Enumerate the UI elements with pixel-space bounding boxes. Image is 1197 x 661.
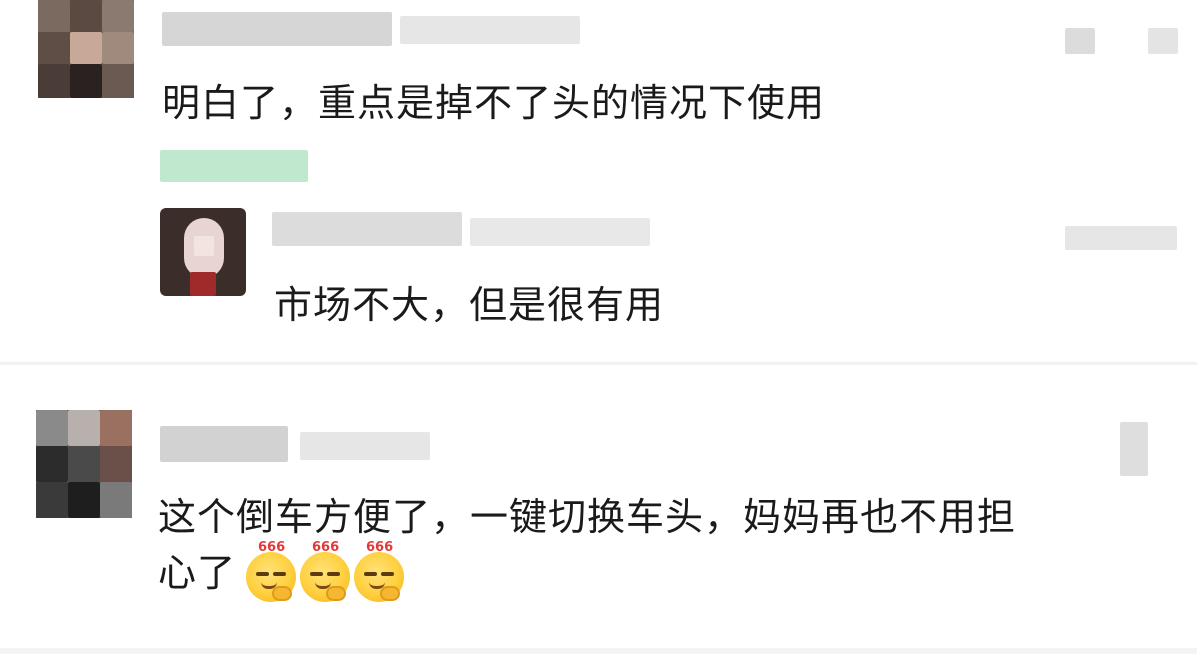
timestamp-redacted — [300, 432, 430, 460]
comment-text-line2: 心了 — [158, 551, 237, 595]
smirk-666-emoji: 666 — [354, 540, 404, 602]
reply-text: 市场不大，但是很有用 — [274, 283, 665, 327]
smirk-666-emoji: 666 — [246, 540, 296, 602]
comment-divider — [0, 362, 1197, 365]
reply-username-redacted[interactable] — [272, 212, 462, 246]
like-count-redacted — [1148, 28, 1178, 54]
comment-text: 明白了，重点是掉不了头的情况下使用 — [162, 81, 826, 125]
username-redacted[interactable] — [162, 12, 392, 46]
comment-item: 明白了，重点是掉不了头的情况下使用 市场不大，但是很有用 — [0, 0, 1197, 362]
timestamp-redacted — [400, 16, 580, 44]
comment-divider — [0, 648, 1197, 654]
reply-timestamp-redacted — [470, 218, 650, 246]
like-button-redacted[interactable] — [1065, 28, 1095, 54]
comment-text-line1: 这个倒车方便了，一键切换车头，妈妈再也不用担 — [158, 495, 1017, 539]
commenter-avatar[interactable] — [38, 0, 134, 98]
reply-like-redacted[interactable] — [1065, 226, 1177, 250]
reply-avatar[interactable] — [160, 208, 246, 296]
smirk-666-emoji: 666 — [300, 540, 350, 602]
commenter-avatar[interactable] — [36, 410, 132, 518]
like-button-redacted[interactable] — [1120, 422, 1148, 476]
username-redacted[interactable] — [160, 426, 288, 462]
expand-replies-link-redacted[interactable] — [160, 150, 308, 182]
comment-item: 这个倒车方便了，一键切换车头，妈妈再也不用担 心了 666 666 666 — [0, 372, 1197, 652]
